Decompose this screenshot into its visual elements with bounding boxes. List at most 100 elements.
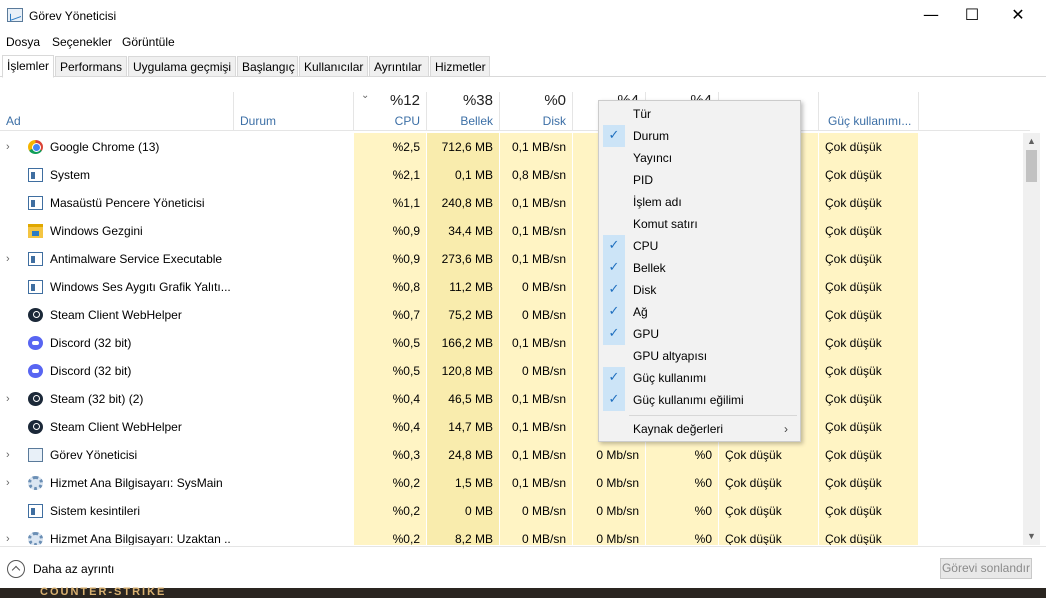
menu-item-column[interactable]: ✓ Bellek — [601, 257, 798, 279]
cell-cpu: %0,7 — [354, 301, 426, 329]
cell-mem: 34,4 MB — [427, 217, 499, 245]
menu-item-column[interactable]: ✓ Güç kullanımı eğilimi — [601, 389, 798, 411]
menu-item-label: İşlem adı — [633, 195, 682, 209]
menu-view[interactable]: Görüntüle — [122, 35, 175, 49]
menu-item-resource-values[interactable]: Kaynak değerleri › — [601, 418, 798, 440]
header-disk[interactable]: Disk — [500, 114, 566, 128]
table-row[interactable]: › Hizmet Ana Bilgisayarı: SysMain %0,2 1,5 … — [0, 469, 1023, 497]
expand-chevron-icon[interactable]: › — [6, 245, 18, 273]
menu-item-column[interactable]: ✓ Disk — [601, 279, 798, 301]
menu-file[interactable]: Dosya — [6, 35, 40, 49]
cell-net: 0 Mb/sn — [573, 497, 645, 525]
maximize-icon[interactable]: ☐ — [949, 0, 995, 31]
menu-item-column[interactable]: ✓ Güç kullanımı — [601, 367, 798, 389]
end-task-button[interactable]: Görevi sonlandır — [940, 558, 1032, 579]
menu-separator — [629, 415, 797, 416]
menu-item-column[interactable]: ✓ GPU — [601, 323, 798, 345]
header-memory[interactable]: Bellek — [427, 114, 493, 128]
cell-net: 0 Mb/sn — [573, 469, 645, 497]
cell-cpu: %0,3 — [354, 441, 426, 469]
close-icon[interactable]: ✕ — [995, 0, 1041, 31]
header-status[interactable]: Durum — [240, 114, 276, 128]
table-row[interactable]: › Hizmet Ana Bilgisayarı: Uzaktan ... %0,2… — [0, 525, 1023, 545]
table-row[interactable]: Windows Gezgini%0,934,4 MB0,1 MB/sn0Çok … — [0, 217, 1023, 245]
scroll-up-icon[interactable]: ▲ — [1023, 133, 1040, 150]
menu-item-column[interactable]: ✓ Ağ — [601, 301, 798, 323]
tab-services[interactable]: Hizmetler — [430, 56, 490, 77]
cell-gpu: %0 — [646, 497, 718, 525]
table-row[interactable]: System%2,10,1 MB0,8 MB/sn0,1Çok düşük — [0, 161, 1023, 189]
table-row[interactable]: Masaüstü Pencere Yöneticisi %1,1 240,8 MB 0… — [0, 189, 1023, 217]
cell-trend: Çok düşük — [819, 273, 918, 301]
process-name: Discord (32 bit) — [50, 336, 132, 350]
menu-item-label: Durum — [633, 129, 670, 143]
cell-trend: Çok düşük — [819, 357, 918, 385]
menu-item-column[interactable]: İşlem adı — [601, 191, 798, 213]
cell-mem: 8,2 MB — [427, 525, 499, 545]
table-row[interactable]: Windows Ses Aygıtı Grafik Yalıtı... %0,8 1… — [0, 273, 1023, 301]
title-bar[interactable]: Görev Yöneticisi — ☐ ✕ — [0, 0, 1046, 31]
header-name[interactable]: Ad — [6, 114, 21, 128]
menu-item-column[interactable]: GPU altyapısı — [601, 345, 798, 367]
menu-options[interactable]: Seçenekler — [52, 35, 112, 49]
process-name: Steam Client WebHelper — [50, 420, 182, 434]
scroll-down-icon[interactable]: ▼ — [1023, 528, 1040, 545]
process-name: Google Chrome (13) — [50, 140, 160, 154]
table-row[interactable]: Discord (32 bit)%0,5120,8 MB0 MB/sn0Çok … — [0, 357, 1023, 385]
cell-trend: Çok düşük — [819, 245, 918, 273]
expand-chevron-icon[interactable]: › — [6, 133, 18, 161]
expand-chevron-icon[interactable]: › — [6, 469, 18, 497]
header-power-trend[interactable]: Güç kullanımı... — [828, 114, 911, 128]
expand-chevron-icon[interactable]: › — [6, 385, 18, 413]
system-icon — [28, 504, 43, 518]
table-row[interactable]: › Görev Yöneticisi %0,3 24,8 MB 0,1 MB/sn 0 M… — [0, 441, 1023, 469]
cell-trend: Çok düşük — [819, 413, 918, 441]
cell-cpu: %0,9 — [354, 245, 426, 273]
expand-chevron-icon[interactable]: › — [6, 525, 18, 545]
menu-item-column[interactable]: ✓ Durum — [601, 125, 798, 147]
cell-gpu: %0 — [646, 441, 718, 469]
cell-disk: 0,1 MB/sn — [500, 217, 572, 245]
tab-startup[interactable]: Başlangıç — [237, 56, 298, 77]
cell-disk: 0,1 MB/sn — [500, 189, 572, 217]
menu-item-column[interactable]: Komut satırı — [601, 213, 798, 235]
menu-item-label: Ağ — [633, 305, 648, 319]
cell-disk: 0 MB/sn — [500, 497, 572, 525]
process-name: Discord (32 bit) — [50, 364, 132, 378]
menu-item-column[interactable]: PID — [601, 169, 798, 191]
menu-item-label: Disk — [633, 283, 657, 297]
minimize-icon[interactable]: — — [908, 0, 954, 31]
menu-item-column[interactable]: Yayıncı — [601, 147, 798, 169]
process-name: Steam (32 bit) (2) — [50, 392, 144, 406]
tab-processes[interactable]: İşlemler — [2, 55, 54, 78]
cell-trend: Çok düşük — [819, 161, 918, 189]
menu-item-column[interactable]: Tür — [601, 103, 798, 125]
vertical-scrollbar[interactable]: ▲ ▼ — [1023, 133, 1040, 545]
table-row[interactable]: ›Steam (32 bit) (2)%0,446,5 MB0,1 MB/sn0… — [0, 385, 1023, 413]
menu-item-label: Kaynak değerleri — [633, 422, 724, 436]
window-title: Görev Yöneticisi — [29, 9, 117, 23]
table-row[interactable]: › Google Chrome (13) %2,5 712,6 MB 0,1 MB/sn… — [0, 133, 1023, 161]
table-row[interactable]: Steam Client WebHelper %0,7 75,2 MB 0 MB/sn… — [0, 301, 1023, 329]
table-row[interactable]: › Antimalware Service Executable %0,9 273,6… — [0, 245, 1023, 273]
tab-details[interactable]: Ayrıntılar — [369, 56, 429, 77]
cell-mem: 120,8 MB — [427, 357, 499, 385]
menu-item-label: Tür — [633, 107, 651, 121]
checkmark-icon: ✓ — [603, 301, 625, 323]
header-cpu[interactable]: CPU — [354, 114, 420, 128]
tab-users[interactable]: Kullanıcılar — [299, 56, 368, 77]
cell-cpu: %0,2 — [354, 525, 426, 545]
table-row[interactable]: Sistem kesintileri %0,2 0 MB 0 MB/sn 0 Mb/sn… — [0, 497, 1023, 525]
table-row[interactable]: Steam Client WebHelper %0,4 14,7 MB 0,1 MB/… — [0, 413, 1023, 441]
menu-item-label: Güç kullanımı eğilimi — [633, 393, 744, 407]
menu-item-label: GPU altyapısı — [633, 349, 708, 363]
tab-app-history[interactable]: Uygulama geçmişi — [128, 56, 236, 77]
tab-performance[interactable]: Performans — [55, 56, 127, 77]
process-name: Windows Ses Aygıtı Grafik Yalıtı... — [50, 280, 230, 294]
expand-chevron-icon[interactable]: › — [6, 441, 18, 469]
table-row[interactable]: Discord (32 bit)%0,5166,2 MB0,1 MB/sn0Ço… — [0, 329, 1023, 357]
collapse-circle-icon[interactable] — [7, 560, 25, 578]
menu-item-column[interactable]: ✓ CPU — [601, 235, 798, 257]
fewer-details-link[interactable]: Daha az ayrıntı — [33, 562, 114, 576]
scroll-thumb[interactable] — [1026, 150, 1037, 182]
